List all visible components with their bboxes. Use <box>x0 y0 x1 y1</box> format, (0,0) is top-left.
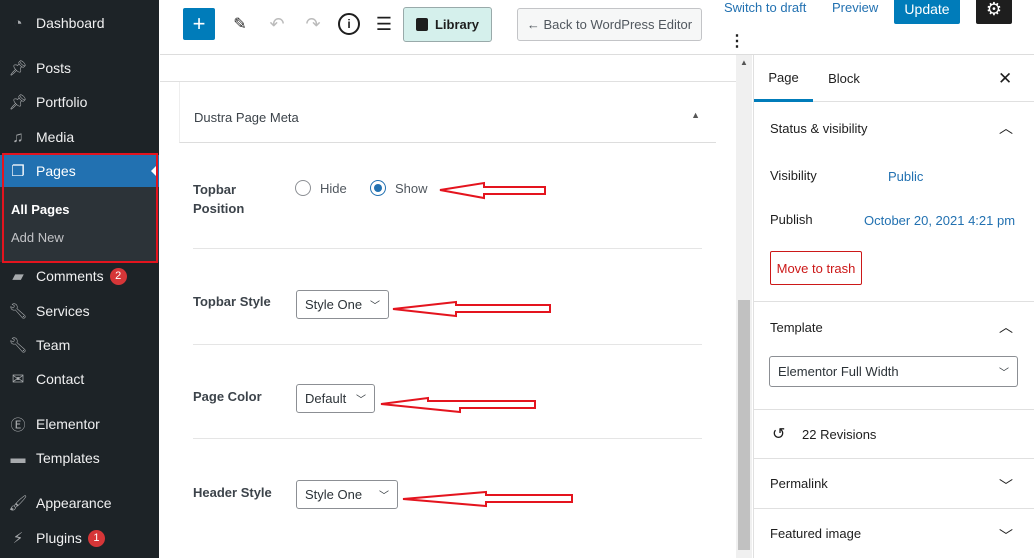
tab-block[interactable]: Block <box>813 55 875 102</box>
permalink-title[interactable]: Permalink <box>770 476 828 491</box>
scrollbar-thumb[interactable] <box>738 300 750 550</box>
annotation-arrow <box>380 396 536 414</box>
select-value: Elementor Full Width <box>778 364 899 379</box>
chevron-up-icon[interactable]: ︿ <box>999 317 1013 337</box>
revisions-link[interactable]: 22 Revisions <box>802 427 876 442</box>
close-panel-button[interactable]: ✕ <box>998 69 1012 89</box>
chevron-down-icon[interactable]: ﹀ <box>999 526 1013 546</box>
visibility-value-link[interactable]: Public <box>888 169 923 184</box>
chevron-down-icon[interactable]: ﹀ <box>999 476 1013 496</box>
chevron-up-icon[interactable]: ︿ <box>999 118 1013 138</box>
tab-page[interactable]: Page <box>754 55 813 102</box>
featured-image-title[interactable]: Featured image <box>770 526 861 541</box>
annotation-arrow <box>392 300 551 318</box>
status-visibility-toggle[interactable]: Status & visibility <box>770 121 868 136</box>
revisions-section[interactable] <box>754 410 1034 459</box>
template-title[interactable]: Template <box>770 320 823 335</box>
chevron-down-icon: ﹀ <box>999 368 1009 379</box>
close-icon: ✕ <box>998 69 1013 88</box>
annotation-arrow <box>439 181 546 200</box>
publish-date-link[interactable]: October 20, 2021 4:21 pm <box>864 213 1015 228</box>
move-to-trash-button[interactable]: Move to trash <box>770 251 862 285</box>
visibility-label: Visibility <box>770 168 817 183</box>
history-icon: ↺ <box>772 426 786 443</box>
annotation-arrow <box>402 490 573 508</box>
publish-label: Publish <box>770 212 813 227</box>
template-select[interactable]: Elementor Full Width ﹀ <box>769 356 1018 387</box>
scroll-up-arrow-icon[interactable]: ▲ <box>740 58 748 67</box>
